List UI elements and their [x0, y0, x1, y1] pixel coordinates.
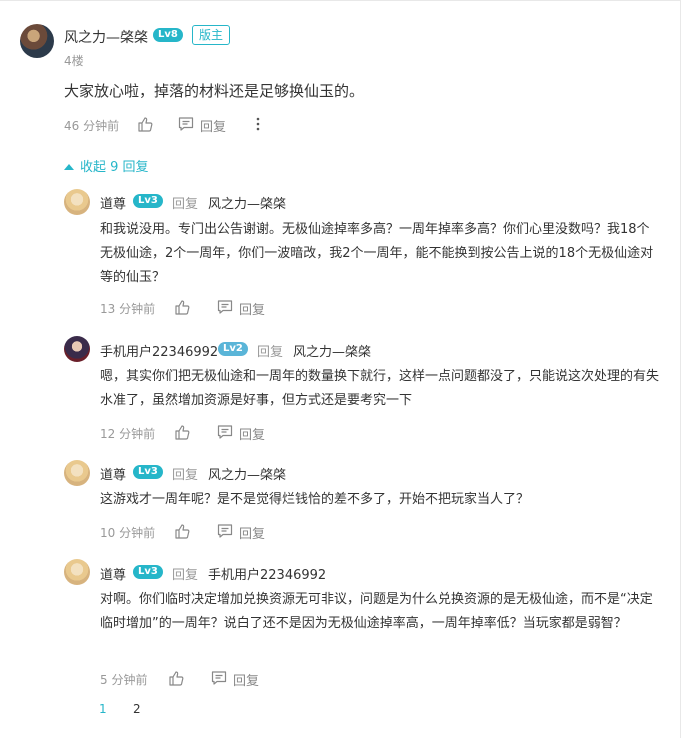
collapse-label: 收起 9 回复: [80, 160, 149, 175]
level-badge: Lv3: [133, 194, 163, 208]
reply-author[interactable]: 道尊: [100, 564, 126, 583]
post-content: 大家放心啦，掉落的材料还是足够换仙玉的。: [64, 82, 365, 100]
reply-content: 嗯，其实你们把无极仙途和一周年的数量换下就行，这样一点问题都没了，只能说这次处理…: [100, 369, 660, 408]
reply-content: 这游戏才一周年呢？是不是觉得烂钱恰的差不多了，开始不把玩家当人了？: [100, 492, 530, 507]
level-badge: Lv3: [133, 465, 163, 479]
comment-icon[interactable]: [217, 523, 233, 539]
reply-author[interactable]: 道尊: [100, 193, 126, 212]
reply-button[interactable]: 回复: [200, 116, 226, 135]
comment-icon[interactable]: [211, 670, 227, 686]
level-badge: Lv3: [133, 565, 163, 579]
reply-to-label: 回复: [172, 568, 199, 583]
reply-button[interactable]: 回复: [239, 424, 265, 443]
reply-to-label: 回复: [257, 345, 284, 360]
reply-button[interactable]: 回复: [233, 670, 259, 689]
comment-icon[interactable]: [217, 424, 233, 440]
reply-target[interactable]: 风之力—棨棨: [293, 341, 371, 360]
reply-target[interactable]: 风之力—棨棨: [208, 193, 286, 212]
reply-time: 5 分钟前: [100, 673, 148, 687]
admin-badge: 版主: [192, 25, 231, 45]
caret-up-icon: [64, 164, 74, 170]
like-icon[interactable]: [174, 424, 190, 440]
reply-to-label: 回复: [172, 468, 199, 483]
avatar[interactable]: [64, 189, 90, 215]
page-link-current[interactable]: 1: [99, 702, 107, 716]
level-badge: Lv2: [218, 342, 248, 356]
reply-time: 12 分钟前: [100, 427, 156, 441]
reply-author[interactable]: 手机用户22346992: [100, 341, 218, 360]
reply-button[interactable]: 回复: [239, 523, 265, 542]
reply-time: 13 分钟前: [100, 302, 156, 316]
floor-number: 4楼: [64, 54, 84, 68]
comment-icon[interactable]: [178, 116, 194, 132]
comment-icon[interactable]: [217, 299, 233, 315]
post-time: 46 分钟前: [64, 119, 120, 133]
reply-target[interactable]: 手机用户22346992: [208, 564, 326, 583]
more-icon[interactable]: [256, 117, 260, 131]
like-icon[interactable]: [174, 523, 190, 539]
author-name[interactable]: 风之力—棨棨: [64, 27, 148, 47]
like-icon[interactable]: [137, 116, 153, 132]
avatar[interactable]: [64, 460, 90, 486]
reply-time: 10 分钟前: [100, 526, 156, 540]
like-icon[interactable]: [174, 299, 190, 315]
reply-button[interactable]: 回复: [239, 299, 265, 318]
level-badge: Lv8: [153, 28, 183, 42]
reply-author[interactable]: 道尊: [100, 464, 126, 483]
reply-target[interactable]: 风之力—棨棨: [208, 464, 286, 483]
avatar[interactable]: [64, 559, 90, 585]
reply-to-label: 回复: [172, 197, 199, 212]
page-link[interactable]: 2: [133, 702, 141, 716]
like-icon[interactable]: [168, 670, 184, 686]
reply-content: 对啊。你们临时决定增加兑换资源无可非议，问题是为什么兑换资源的是无极仙途，而不是…: [100, 592, 653, 631]
avatar[interactable]: [64, 336, 90, 362]
reply-content: 和我说没用。专门出公告谢谢。无极仙途掉率多高？一周年掉率多高？你们心里没数吗？我…: [100, 222, 654, 285]
avatar[interactable]: [20, 24, 54, 58]
collapse-replies-button[interactable]: 收起 9 回复: [64, 156, 149, 175]
top-divider: [0, 0, 681, 1]
